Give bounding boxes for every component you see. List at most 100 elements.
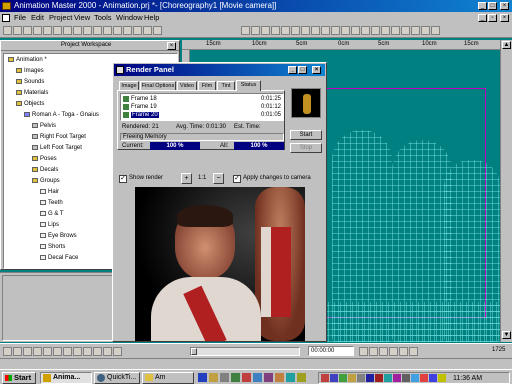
undo-icon[interactable]	[63, 26, 72, 35]
frame-row[interactable]: Frame 19 0:01:12	[123, 103, 283, 111]
turn-icon[interactable]	[301, 26, 310, 35]
camera-icon[interactable]	[93, 26, 102, 35]
next-frame-icon[interactable]	[399, 347, 408, 356]
tray-icon[interactable]	[420, 374, 428, 382]
scale-icon[interactable]	[271, 26, 280, 35]
link-icon[interactable]	[143, 26, 152, 35]
muscle-icon[interactable]	[321, 26, 330, 35]
doc-minimize-button[interactable]: _	[478, 14, 487, 22]
taskbar-am[interactable]: Am	[142, 372, 194, 384]
app-icon-7[interactable]	[264, 373, 273, 382]
tree-item[interactable]: G & T	[40, 210, 64, 218]
ik-icon[interactable]	[53, 347, 62, 356]
menu-edit[interactable]: Edit	[31, 12, 44, 24]
tree-item[interactable]: Materials	[16, 89, 48, 97]
record-icon[interactable]	[371, 26, 380, 35]
tree-item[interactable]: Decal Face	[40, 254, 78, 262]
tree-item[interactable]: Sounds	[16, 78, 44, 86]
app-icon-9[interactable]	[286, 373, 295, 382]
tree-item[interactable]: Hair	[40, 188, 59, 196]
doc-close-button[interactable]: ×	[500, 14, 509, 22]
menu-help[interactable]: Help	[144, 12, 159, 24]
keyframe-icon[interactable]	[13, 347, 22, 356]
tree-item[interactable]: Poses	[32, 155, 57, 163]
tree-item[interactable]: Lips	[40, 221, 59, 229]
menu-project[interactable]: Project	[49, 12, 72, 24]
play-back-icon[interactable]	[379, 347, 388, 356]
scroll-up-button[interactable]: ▲	[502, 41, 511, 49]
help-icon[interactable]	[83, 26, 92, 35]
mute-icon[interactable]	[103, 347, 112, 356]
paste-key-icon[interactable]	[33, 347, 42, 356]
save-icon[interactable]	[23, 26, 32, 35]
clock[interactable]: 11:36 AM	[453, 375, 482, 382]
show-render-checkbox[interactable]: ✓	[119, 175, 127, 183]
shaded-icon[interactable]	[341, 26, 350, 35]
copy-key-icon[interactable]	[23, 347, 32, 356]
open-icon[interactable]	[13, 26, 22, 35]
app-icon-3[interactable]	[220, 373, 229, 382]
tray-icon[interactable]	[384, 374, 392, 382]
cut-icon[interactable]	[33, 26, 42, 35]
taskbar-animation-master[interactable]: Anima...	[40, 372, 92, 384]
tree-item[interactable]: Shorts	[40, 243, 65, 251]
zoom-in-button[interactable]: +	[181, 173, 192, 184]
render-icon[interactable]	[113, 26, 122, 35]
tray-icon[interactable]	[429, 374, 437, 382]
tray-icon[interactable]	[357, 374, 365, 382]
tree-item[interactable]: Left Foot Target	[32, 144, 82, 152]
time-field[interactable]: 00:00:00	[308, 346, 354, 356]
tree-item[interactable]: Animation *	[8, 56, 47, 64]
frame-row[interactable]: Frame 18 0:01:25	[123, 95, 283, 103]
tray-icon[interactable]	[375, 374, 383, 382]
action-icon[interactable]	[93, 347, 102, 356]
viewport-scrollbar-v[interactable]: ▲ ▼	[500, 40, 512, 342]
tree-item[interactable]: Decals	[32, 166, 58, 174]
key-icon[interactable]	[401, 26, 410, 35]
tray-icon[interactable]	[348, 374, 356, 382]
tree-item[interactable]: Pelvis	[32, 122, 56, 130]
tree-item[interactable]: Objects	[16, 100, 44, 108]
fast-forward-icon[interactable]	[409, 347, 418, 356]
speaker-icon[interactable]	[438, 374, 446, 382]
tree-item[interactable]: Right Foot Target	[32, 133, 86, 141]
taskbar-quicktime[interactable]: QuickTi...	[94, 372, 140, 384]
filter-icon[interactable]	[113, 347, 122, 356]
lock-icon[interactable]	[133, 26, 142, 35]
tray-icon[interactable]	[366, 374, 374, 382]
stop-button[interactable]: Stop	[290, 143, 322, 153]
stop-icon[interactable]	[391, 26, 400, 35]
tab-status[interactable]: Status	[236, 80, 261, 91]
play-forward-icon[interactable]	[389, 347, 398, 356]
pose-icon[interactable]	[83, 347, 92, 356]
timeline-slider[interactable]	[190, 347, 300, 356]
prev-frame-icon[interactable]	[369, 347, 378, 356]
tray-icon[interactable]	[321, 374, 329, 382]
rotate-icon[interactable]	[261, 26, 270, 35]
menu-window[interactable]: Window	[116, 12, 143, 24]
pan-icon[interactable]	[291, 26, 300, 35]
app-icon-6[interactable]	[253, 373, 262, 382]
app-icon-8[interactable]	[275, 373, 284, 382]
app-icon-10[interactable]	[297, 373, 306, 382]
menu-file[interactable]: File	[14, 12, 26, 24]
menu-view[interactable]: View	[74, 12, 90, 24]
maximize-button[interactable]: □	[488, 2, 497, 10]
app-icon-2[interactable]	[209, 373, 218, 382]
redo-icon[interactable]	[73, 26, 82, 35]
tray-icon[interactable]	[339, 374, 347, 382]
start-menu-button[interactable]: Start	[2, 372, 36, 384]
minimize-button[interactable]: _	[478, 2, 487, 10]
zoom-out-button[interactable]: −	[213, 173, 224, 184]
word-icon[interactable]	[198, 373, 207, 382]
tray-icon[interactable]	[411, 374, 419, 382]
quick-render-icon[interactable]	[361, 26, 370, 35]
app-icon-5[interactable]	[242, 373, 251, 382]
copy-icon[interactable]	[43, 26, 52, 35]
rewind-icon[interactable]	[359, 347, 368, 356]
fk-icon[interactable]	[63, 347, 72, 356]
nav-icon[interactable]	[411, 26, 420, 35]
tree-item[interactable]: Images	[16, 67, 44, 75]
paste-icon[interactable]	[53, 26, 62, 35]
tree-item[interactable]: Eye Brows	[40, 232, 77, 240]
